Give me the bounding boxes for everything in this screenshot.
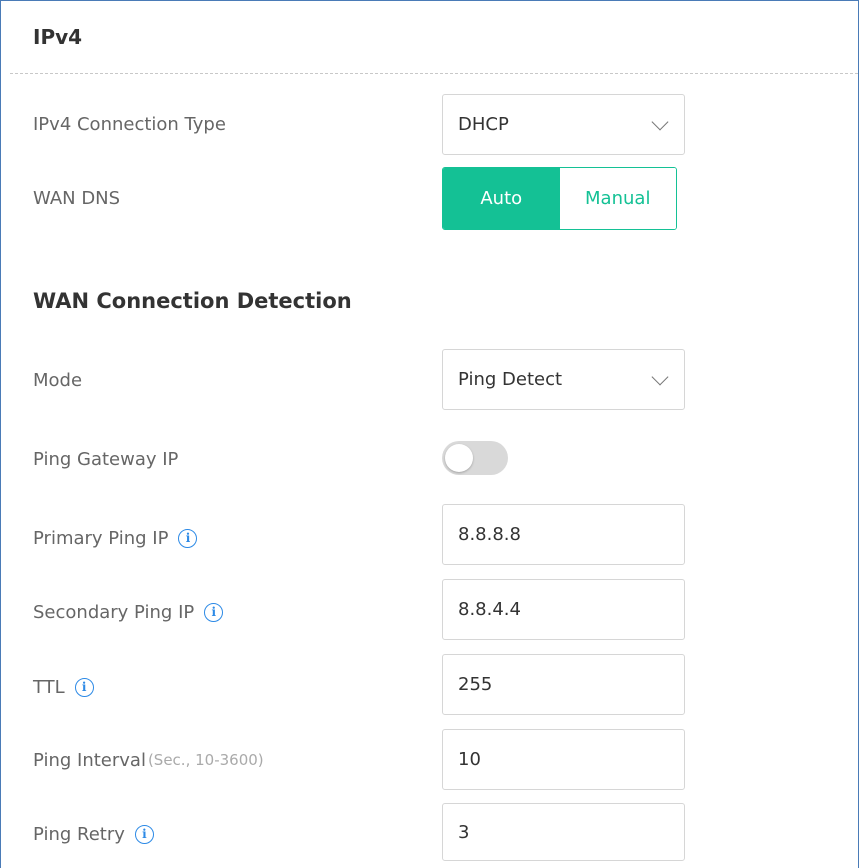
ping-interval-field[interactable] xyxy=(442,729,685,790)
ipv4-connection-type-value: DHCP xyxy=(458,114,509,135)
secondary-ping-ip-label-text: Secondary Ping IP xyxy=(33,601,195,623)
chevron-down-icon xyxy=(651,113,669,130)
primary-ping-ip-field[interactable] xyxy=(442,504,685,565)
ipv4-connection-type-select[interactable]: DHCP xyxy=(442,94,685,155)
wan-dns-label: WAN DNS xyxy=(33,187,121,209)
ping-interval-label: Ping Interval (Sec., 10-3600) xyxy=(33,745,264,775)
ping-interval-input[interactable] xyxy=(458,749,658,770)
ttl-label-text: TTL xyxy=(33,676,65,698)
secondary-ping-ip-input[interactable] xyxy=(458,599,658,620)
mode-value: Ping Detect xyxy=(458,369,563,390)
section-divider xyxy=(10,73,858,74)
ping-interval-label-text: Ping Interval xyxy=(33,749,146,771)
ping-retry-label: Ping Retry i xyxy=(33,819,154,849)
primary-ping-ip-input[interactable] xyxy=(458,524,658,545)
wan-dns-manual-button[interactable]: Manual xyxy=(559,168,676,229)
ping-interval-hint: (Sec., 10-3600) xyxy=(147,751,264,769)
ipv4-connection-type-label: IPv4 Connection Type xyxy=(33,113,226,135)
secondary-ping-ip-field[interactable] xyxy=(442,579,685,640)
info-icon[interactable]: i xyxy=(178,528,198,548)
settings-panel: IPv4 IPv4 Connection Type DHCP WAN DNS A… xyxy=(0,0,859,868)
section-title: IPv4 xyxy=(33,25,83,49)
wan-dns-segmented-control: Auto Manual xyxy=(442,167,677,230)
info-icon[interactable]: i xyxy=(134,824,154,844)
info-icon[interactable]: i xyxy=(74,677,94,697)
detection-section-title: WAN Connection Detection xyxy=(33,289,352,313)
ttl-label: TTL i xyxy=(33,672,94,702)
ping-gateway-ip-label: Ping Gateway IP xyxy=(33,448,179,470)
primary-ping-ip-label-text: Primary Ping IP xyxy=(33,527,169,549)
info-icon[interactable]: i xyxy=(204,602,224,622)
ping-gateway-ip-toggle[interactable] xyxy=(442,441,508,475)
toggle-knob xyxy=(445,444,473,472)
chevron-down-icon xyxy=(651,368,669,385)
mode-label: Mode xyxy=(33,369,83,391)
mode-select[interactable]: Ping Detect xyxy=(442,349,685,410)
wan-dns-auto-button[interactable]: Auto xyxy=(443,168,560,229)
primary-ping-ip-label: Primary Ping IP i xyxy=(33,523,198,553)
ping-retry-input[interactable] xyxy=(458,821,658,843)
ping-retry-field[interactable] xyxy=(442,803,685,861)
ttl-input[interactable] xyxy=(458,674,658,695)
secondary-ping-ip-label: Secondary Ping IP i xyxy=(33,597,224,627)
ping-retry-label-text: Ping Retry xyxy=(33,823,125,845)
ttl-field[interactable] xyxy=(442,654,685,715)
